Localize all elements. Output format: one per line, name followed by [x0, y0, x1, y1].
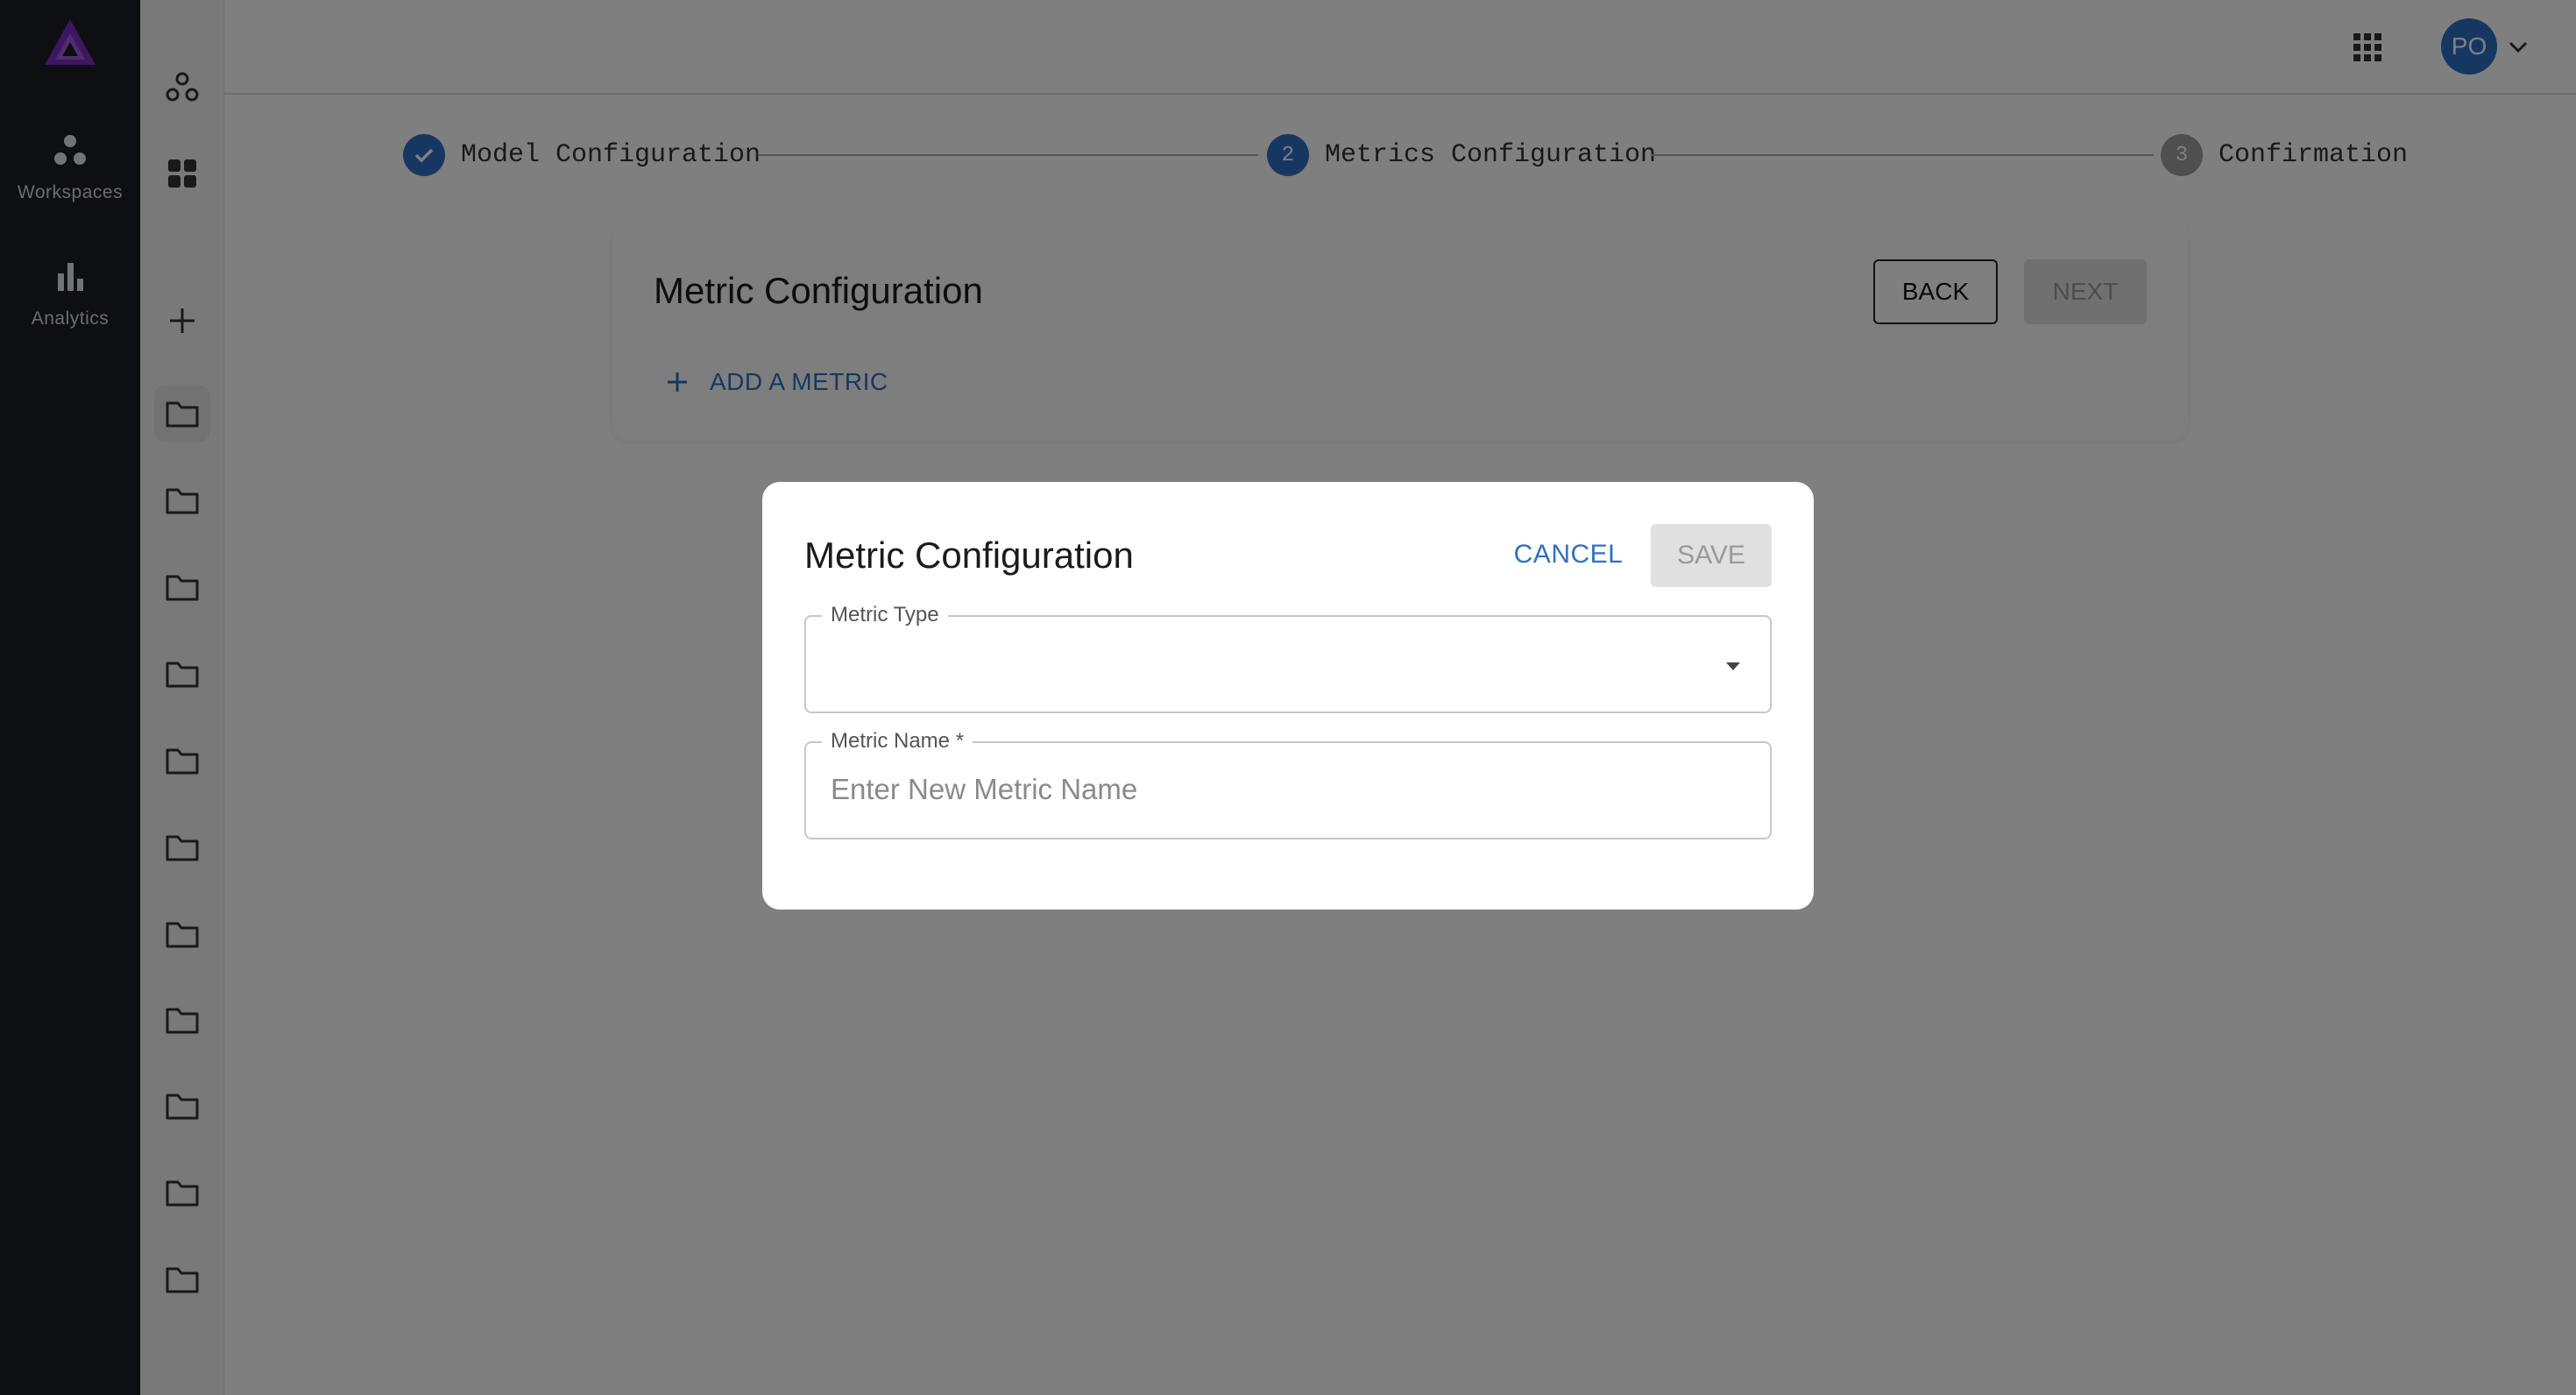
metric-name-label: Metric Name *: [822, 728, 973, 754]
metric-type-label: Metric Type: [822, 602, 948, 628]
metric-name-placeholder: Enter New Metric Name: [831, 773, 1138, 805]
metric-name-field[interactable]: Metric Name * Enter New Metric Name: [804, 728, 1772, 839]
app-root: Workspaces Analytics: [0, 0, 2576, 1395]
metric-type-select[interactable]: Metric Type: [804, 602, 1772, 713]
save-button[interactable]: SAVE: [1651, 524, 1772, 587]
cancel-button[interactable]: CANCEL: [1495, 524, 1642, 585]
dialog-title: Metric Configuration: [804, 535, 1134, 576]
metric-configuration-dialog: Metric Configuration CANCEL SAVE Metric …: [762, 482, 1814, 910]
dropdown-caret-icon[interactable]: [1721, 654, 1745, 678]
